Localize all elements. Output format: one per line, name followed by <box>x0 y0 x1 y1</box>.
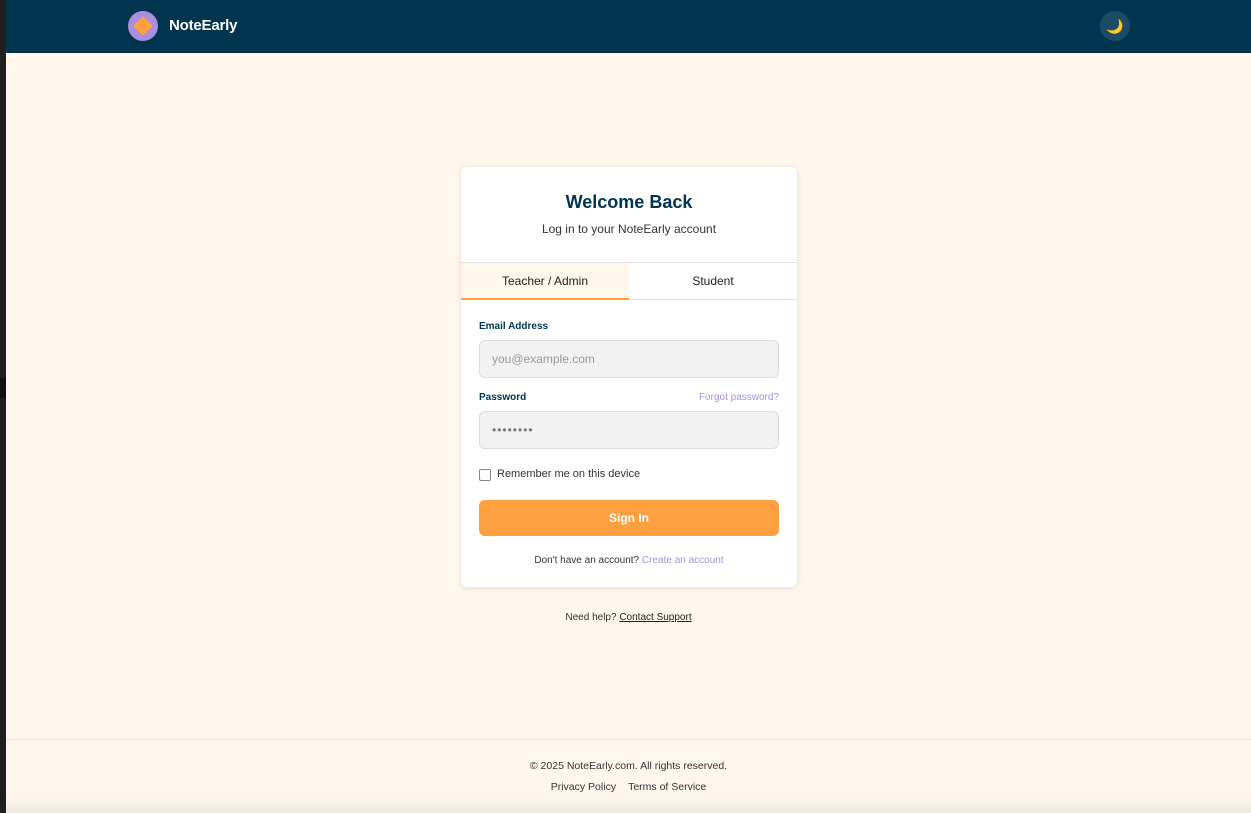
contact-support-link[interactable]: Contact Support <box>619 612 691 623</box>
terms-of-service-link[interactable]: Terms of Service <box>628 781 706 793</box>
signup-prompt: Don't have an account? <box>534 555 640 566</box>
moon-icon: 🌙 <box>1106 17 1124 34</box>
copyright-text: © 2025 NoteEarly.com. All rights reserve… <box>529 760 728 772</box>
theme-toggle-button[interactable]: 🌙 <box>1100 11 1130 41</box>
brand-name[interactable]: NoteEarly <box>169 17 237 34</box>
password-input[interactable]: •••••••• <box>479 411 779 449</box>
login-subtitle: Log in to your NoteEarly account <box>541 222 717 236</box>
create-account-link[interactable]: Create an account <box>642 555 724 566</box>
help-row: Need help? Contact Support <box>6 612 1251 623</box>
sign-in-button[interactable]: Sign In <box>479 500 779 536</box>
remember-me-label[interactable]: Remember me on this device <box>497 468 640 480</box>
remember-me-checkbox[interactable] <box>479 469 491 481</box>
login-title: Welcome Back <box>565 192 693 212</box>
tab-teacher-admin[interactable]: Teacher / Admin <box>461 263 629 300</box>
email-input[interactable]: you@example.com <box>479 340 779 378</box>
app-window: NoteEarly 🌙 Welcome Back Log in to your … <box>6 0 1251 813</box>
logo-diamond-icon <box>133 16 153 36</box>
password-label: Password <box>479 392 527 403</box>
help-prompt: Need help? <box>565 612 617 623</box>
login-card: Welcome Back Log in to your NoteEarly ac… <box>461 167 797 587</box>
top-header: NoteEarly 🌙 <box>6 0 1251 53</box>
role-tabs: Teacher / Admin Student <box>461 262 797 300</box>
signup-row: Don't have an account? Create an account <box>461 555 797 566</box>
tab-student[interactable]: Student <box>629 263 797 299</box>
footer-links: Privacy Policy Terms of Service <box>6 781 1251 793</box>
bottom-shadow <box>6 797 1251 813</box>
email-label: Email Address <box>479 321 549 332</box>
logo-icon[interactable] <box>128 11 158 41</box>
forgot-password-link[interactable]: Forgot password? <box>699 392 779 403</box>
privacy-policy-link[interactable]: Privacy Policy <box>551 781 616 793</box>
